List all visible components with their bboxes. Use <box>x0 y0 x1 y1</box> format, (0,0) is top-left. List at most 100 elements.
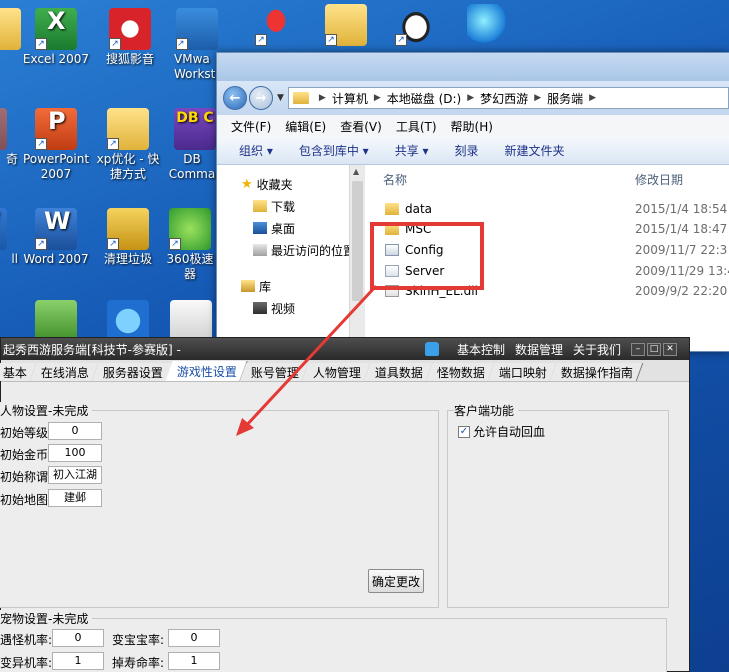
chevron-right-icon[interactable]: ▶ <box>589 93 596 103</box>
initial-gold-input[interactable]: 100 <box>48 444 102 462</box>
tab-label: 端口映射 <box>499 365 548 380</box>
menu-data-management[interactable]: 数据管理 <box>515 341 563 358</box>
menu-file[interactable]: 文件(F) <box>231 118 271 135</box>
desktop-icon-xp-optimize[interactable]: ↗ xp优化 - 快捷方式 <box>92 108 164 182</box>
desktop-icon-excel[interactable]: ↗ Excel 2007 <box>20 8 92 67</box>
breadcrumb-server[interactable]: 服务端 <box>547 90 583 107</box>
nav-desktop[interactable]: 桌面 <box>217 217 364 239</box>
desktop-icon-cleaner[interactable]: ↗ 清理垃圾 <box>92 208 164 267</box>
forward-arrow-icon[interactable]: → <box>249 86 273 110</box>
lifespan-drop-label: 掉寿命率: <box>112 656 165 670</box>
tab-online-messages[interactable]: 在线消息 <box>29 363 100 381</box>
back-arrow-icon[interactable]: ← <box>223 86 247 110</box>
desktop-icon-db-commander[interactable]: DB C DB Comma <box>166 108 218 182</box>
shirt-icon[interactable] <box>425 342 439 356</box>
checkbox-checked-icon[interactable]: ✓ <box>458 425 470 438</box>
column-header-name[interactable]: 名称 <box>383 171 407 188</box>
desktop-icon-top-folder[interactable]: ↗ <box>310 4 382 48</box>
video-icon <box>253 302 267 314</box>
desktop-icon-powerpoint[interactable]: ↗ PowerPoint 2007 <box>20 108 92 182</box>
desktop-icon-top-red[interactable]: ↗ <box>240 4 312 48</box>
menu-tools[interactable]: 工具(T) <box>396 118 437 135</box>
baby-rate-input[interactable]: 0 <box>168 629 220 647</box>
menu-edit[interactable]: 编辑(E) <box>285 118 326 135</box>
app-icon <box>0 108 7 150</box>
address-bar[interactable]: ▶ 计算机 ▶ 本地磁盘 (D:) ▶ 梦幻西游 ▶ 服务端 ▶ <box>287 87 729 109</box>
folder-icon: ↗ <box>325 4 367 46</box>
nav-libraries[interactable]: 库 <box>217 275 364 297</box>
initial-level-input[interactable]: 0 <box>48 422 102 440</box>
share-button[interactable]: 共享 ▾ <box>395 142 429 159</box>
broom-icon: ↗ <box>107 208 149 250</box>
tab-account-management[interactable]: 账号管理 <box>239 363 310 381</box>
scrollbar-thumb[interactable] <box>352 181 363 301</box>
encounter-rate-input[interactable]: 0 <box>52 629 104 647</box>
menu-about-us[interactable]: 关于我们 <box>573 341 621 358</box>
mutation-rate-input[interactable]: 1 <box>52 652 104 670</box>
desktop-icon-label: 搜狐影音 <box>105 52 154 66</box>
tab-port-mapping[interactable]: 端口映射 <box>487 363 558 381</box>
breadcrumb-computer[interactable]: 计算机 <box>332 90 368 107</box>
explorer-menubar: 文件(F) 编辑(E) 查看(V) 工具(T) 帮助(H) <box>217 115 729 137</box>
tab-character-management[interactable]: 人物管理 <box>301 363 372 381</box>
new-folder-button[interactable]: 新建文件夹 <box>505 142 565 159</box>
tab-gameplay-settings[interactable]: 游戏性设置 <box>165 361 248 381</box>
tab-server-settings[interactable]: 服务器设置 <box>91 363 174 381</box>
tab-label: 人物管理 <box>313 365 362 380</box>
server-tool-window: 起秀西游服务端[科技节-参赛版] - 基本控制 数据管理 关于我们 – □ ✕ … <box>0 337 690 672</box>
vmware-icon: ↗ <box>176 8 218 50</box>
ie-icon <box>107 300 149 342</box>
desktop-icon-partial-left-3[interactable]: ll <box>0 208 22 267</box>
nav-favorites[interactable]: ★ 收藏夹 <box>217 173 364 195</box>
initial-map-input[interactable]: 建邺 <box>48 489 102 507</box>
scroll-up-icon[interactable]: ▲ <box>353 167 359 176</box>
explorer-window: ← → ▼ ▶ 计算机 ▶ 本地磁盘 (D:) ▶ 梦幻西游 ▶ 服务端 ▶ 文… <box>216 52 729 352</box>
nav-recent[interactable]: 最近访问的位置 <box>217 239 364 261</box>
tab-data-guide[interactable]: 数据操作指南 <box>549 363 644 381</box>
group-title: 人物设置-未完成 <box>0 402 93 419</box>
nav-videos[interactable]: 视频 <box>217 297 364 319</box>
tab-monster-data[interactable]: 怪物数据 <box>425 363 496 381</box>
chevron-right-icon[interactable]: ▶ <box>467 93 474 103</box>
tab-item-data[interactable]: 道具数据 <box>363 363 434 381</box>
desktop-icon-label: VMwa Worksta <box>174 52 223 81</box>
organize-button[interactable]: 组织 ▾ <box>239 142 273 159</box>
confirm-change-button[interactable]: 确定更改 <box>368 569 424 593</box>
include-in-library-button[interactable]: 包含到库中 ▾ <box>299 142 369 159</box>
chevron-right-icon[interactable]: ▶ <box>319 93 326 103</box>
desktop-icon-top-orb[interactable] <box>452 4 524 48</box>
excel-icon: ↗ <box>35 8 77 50</box>
desktop-icon-360[interactable]: ↗ 360极速 器 <box>160 208 220 282</box>
desktop-icon-top-eye[interactable]: ↗ <box>380 4 452 48</box>
maximize-icon[interactable]: □ <box>647 342 662 356</box>
burn-button[interactable]: 刻录 <box>455 142 479 159</box>
navigation-scrollbar[interactable]: ▲ <box>349 165 365 351</box>
initial-title-input[interactable]: 初入江湖 <box>48 466 102 484</box>
breadcrumb-disk-d[interactable]: 本地磁盘 (D:) <box>387 90 461 107</box>
tool-titlebar[interactable]: 起秀西游服务端[科技节-参赛版] - 基本控制 数据管理 关于我们 – □ ✕ <box>1 338 689 360</box>
chevron-right-icon[interactable]: ▶ <box>534 93 541 103</box>
lifespan-drop-input[interactable]: 1 <box>168 652 220 670</box>
library-icon <box>241 280 255 292</box>
chevron-right-icon[interactable]: ▶ <box>374 93 381 103</box>
menu-view[interactable]: 查看(V) <box>340 118 382 135</box>
desktop-icon-sohu[interactable]: ↗ 搜狐影音 <box>94 8 166 67</box>
desktop-icon-partial-left-2[interactable]: 奇 <box>0 108 22 167</box>
file-date: 2009/11/7 22:3 <box>635 243 728 257</box>
folder-icon <box>385 203 399 215</box>
minimize-icon[interactable]: – <box>631 342 646 356</box>
mutation-rate-label: 变异机率: <box>0 656 53 670</box>
close-icon[interactable]: ✕ <box>663 342 678 356</box>
tab-label: 账号管理 <box>251 365 300 380</box>
column-header-date[interactable]: 修改日期 <box>635 171 683 188</box>
chevron-down-icon[interactable]: ▼ <box>277 93 284 103</box>
recent-places-icon <box>253 244 267 256</box>
nav-downloads[interactable]: 下载 <box>217 195 364 217</box>
menu-help[interactable]: 帮助(H) <box>451 118 493 135</box>
breadcrumb-game[interactable]: 梦幻西游 <box>480 90 528 107</box>
auto-heal-checkbox[interactable]: ✓ 允许自动回血 <box>458 423 545 440</box>
desktop-icon-word[interactable]: ↗ Word 2007 <box>20 208 92 267</box>
menu-basic-control[interactable]: 基本控制 <box>457 341 505 358</box>
explorer-titlebar[interactable] <box>217 53 729 81</box>
file-row-data[interactable]: data <box>385 199 432 219</box>
